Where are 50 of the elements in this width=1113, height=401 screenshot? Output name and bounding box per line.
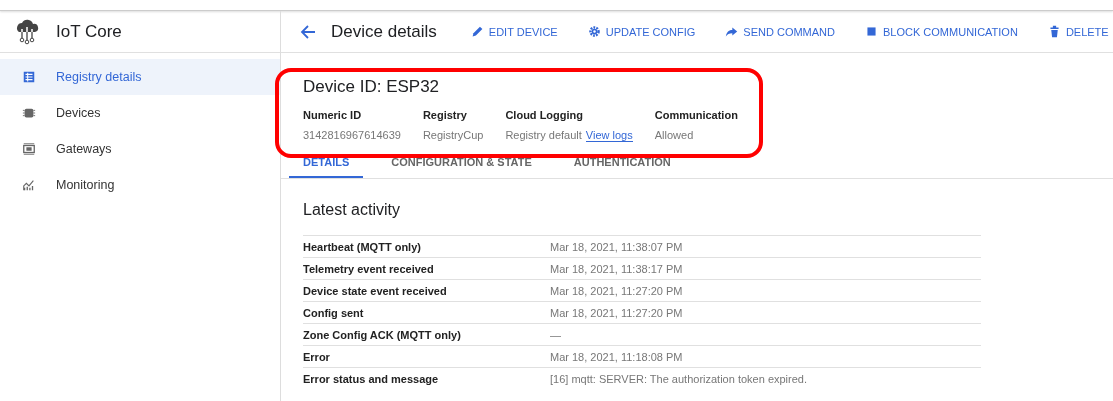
trash-icon — [1047, 25, 1061, 38]
row-label: Error — [303, 350, 331, 363]
chip-icon — [22, 106, 36, 120]
share-icon — [725, 25, 739, 38]
row-label: Telemetry event received — [303, 262, 435, 275]
field-value: Registry default — [505, 129, 582, 142]
app-title: IoT Core — [56, 21, 122, 42]
sidebar-item[interactable]: Devices — [0, 95, 280, 131]
tab[interactable]: CONFIGURATION & STATE — [377, 150, 546, 178]
cloud-logo-icon — [14, 18, 40, 45]
table-icon — [22, 70, 36, 84]
field-label: Communication — [654, 109, 738, 121]
sidebar-item[interactable]: Gateways — [0, 131, 280, 167]
toolbar-button[interactable]: EDIT DEVICE — [470, 25, 558, 38]
gateway-icon — [22, 142, 36, 156]
row-label: Error status and message — [303, 372, 440, 385]
view-logs-link[interactable]: View logs — [585, 129, 633, 142]
field-value: 3142816967614639 — [303, 129, 401, 141]
toolbar-button[interactable]: SEND COMMAND — [725, 25, 835, 38]
row-value: Mar 18, 2021, 11:38:07 PM — [550, 240, 683, 253]
row-label: Zone Config ACK (MQTT only) — [303, 328, 462, 341]
row-value: Mar 18, 2021, 11:18:08 PM — [550, 350, 683, 363]
field-label: Cloud Logging — [505, 109, 584, 121]
toolbar-button[interactable]: UPDATE CONFIG — [587, 25, 696, 38]
field-label: Numeric ID — [303, 109, 363, 121]
chart-icon — [22, 178, 36, 192]
device-title: Device ID: ESP32 — [303, 77, 441, 97]
row-value: Mar 18, 2021, 11:38:17 PM — [550, 262, 683, 275]
row-label: Heartbeat (MQTT only) — [303, 240, 422, 253]
row-value: Mar 18, 2021, 11:27:20 PM — [550, 306, 683, 319]
back-arrow-icon[interactable] — [299, 22, 317, 41]
tab[interactable]: DETAILS — [289, 150, 364, 178]
pencil-icon — [470, 25, 484, 38]
tab[interactable]: AUTHENTICATION — [559, 150, 685, 178]
section-title: Latest activity — [303, 201, 401, 219]
toolbar-button[interactable]: BLOCK COMMUNICATION — [865, 25, 1018, 38]
row-value: Mar 18, 2021, 11:27:20 PM — [550, 284, 683, 297]
sidebar-item[interactable]: Registry details — [0, 59, 280, 95]
page-title: Device details — [331, 21, 437, 42]
row-value: [16] mqtt: SERVER: The authorization token expired. — [550, 372, 807, 385]
sidebar-item[interactable]: Monitoring — [0, 167, 280, 203]
square-icon — [865, 25, 878, 38]
field-label: Registry — [422, 109, 468, 121]
row-label: Config sent — [303, 306, 365, 319]
row-value: — — [550, 328, 561, 341]
gear-icon — [587, 25, 601, 38]
row-label: Device state event received — [303, 284, 448, 297]
toolbar-button[interactable]: DELETE — [1047, 25, 1109, 38]
field-value: Allowed — [654, 129, 694, 141]
field-value: RegistryCup — [422, 129, 484, 141]
